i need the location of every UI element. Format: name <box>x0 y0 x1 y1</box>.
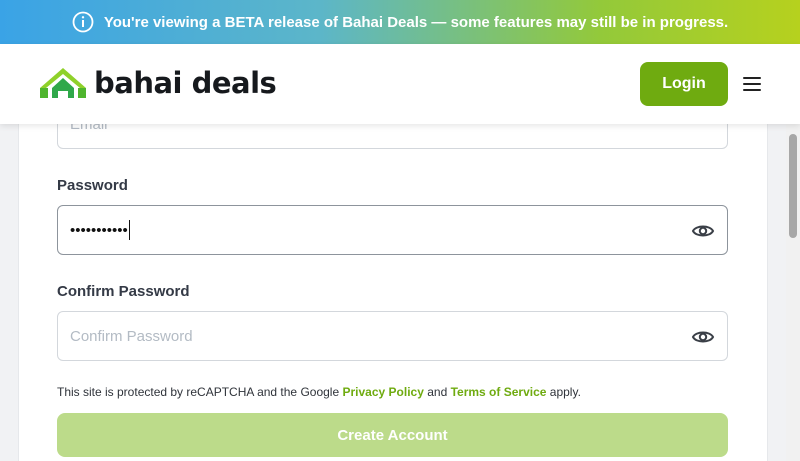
logo-text: bahai deals <box>94 66 277 100</box>
password-value: ••••••••••• <box>70 221 128 239</box>
hamburger-menu-icon[interactable] <box>742 75 762 93</box>
recaptcha-and: and <box>427 385 448 399</box>
login-button[interactable]: Login <box>640 62 728 106</box>
password-label: Password <box>57 177 128 194</box>
page-scrollbar[interactable] <box>786 124 800 461</box>
info-circle-icon <box>72 11 94 33</box>
text-caret <box>128 220 130 240</box>
site-logo[interactable]: bahai deals <box>38 66 277 100</box>
recaptcha-notice: This site is protected by reCAPTCHA and … <box>57 385 581 399</box>
confirm-password-input[interactable] <box>70 327 715 345</box>
beta-banner: You're viewing a BETA release of Bahai D… <box>0 0 800 44</box>
recaptcha-suffix: apply. <box>549 385 581 399</box>
confirm-password-field[interactable] <box>57 311 728 361</box>
password-field[interactable]: ••••••••••• <box>57 205 728 255</box>
eye-icon[interactable] <box>691 326 715 348</box>
create-account-button[interactable]: Create Account <box>57 413 728 457</box>
signup-form-card <box>18 100 768 461</box>
recaptcha-prefix: This site is protected by reCAPTCHA and … <box>57 385 340 399</box>
beta-banner-text: You're viewing a BETA release of Bahai D… <box>103 13 729 31</box>
site-header: bahai deals Login <box>0 44 800 124</box>
scrollbar-thumb[interactable] <box>789 134 797 238</box>
eye-icon[interactable] <box>691 220 715 242</box>
terms-of-service-link[interactable]: Terms of Service <box>451 385 547 399</box>
house-logo-icon <box>40 68 86 98</box>
confirm-password-label: Confirm Password <box>57 283 190 300</box>
privacy-policy-link[interactable]: Privacy Policy <box>342 385 423 399</box>
